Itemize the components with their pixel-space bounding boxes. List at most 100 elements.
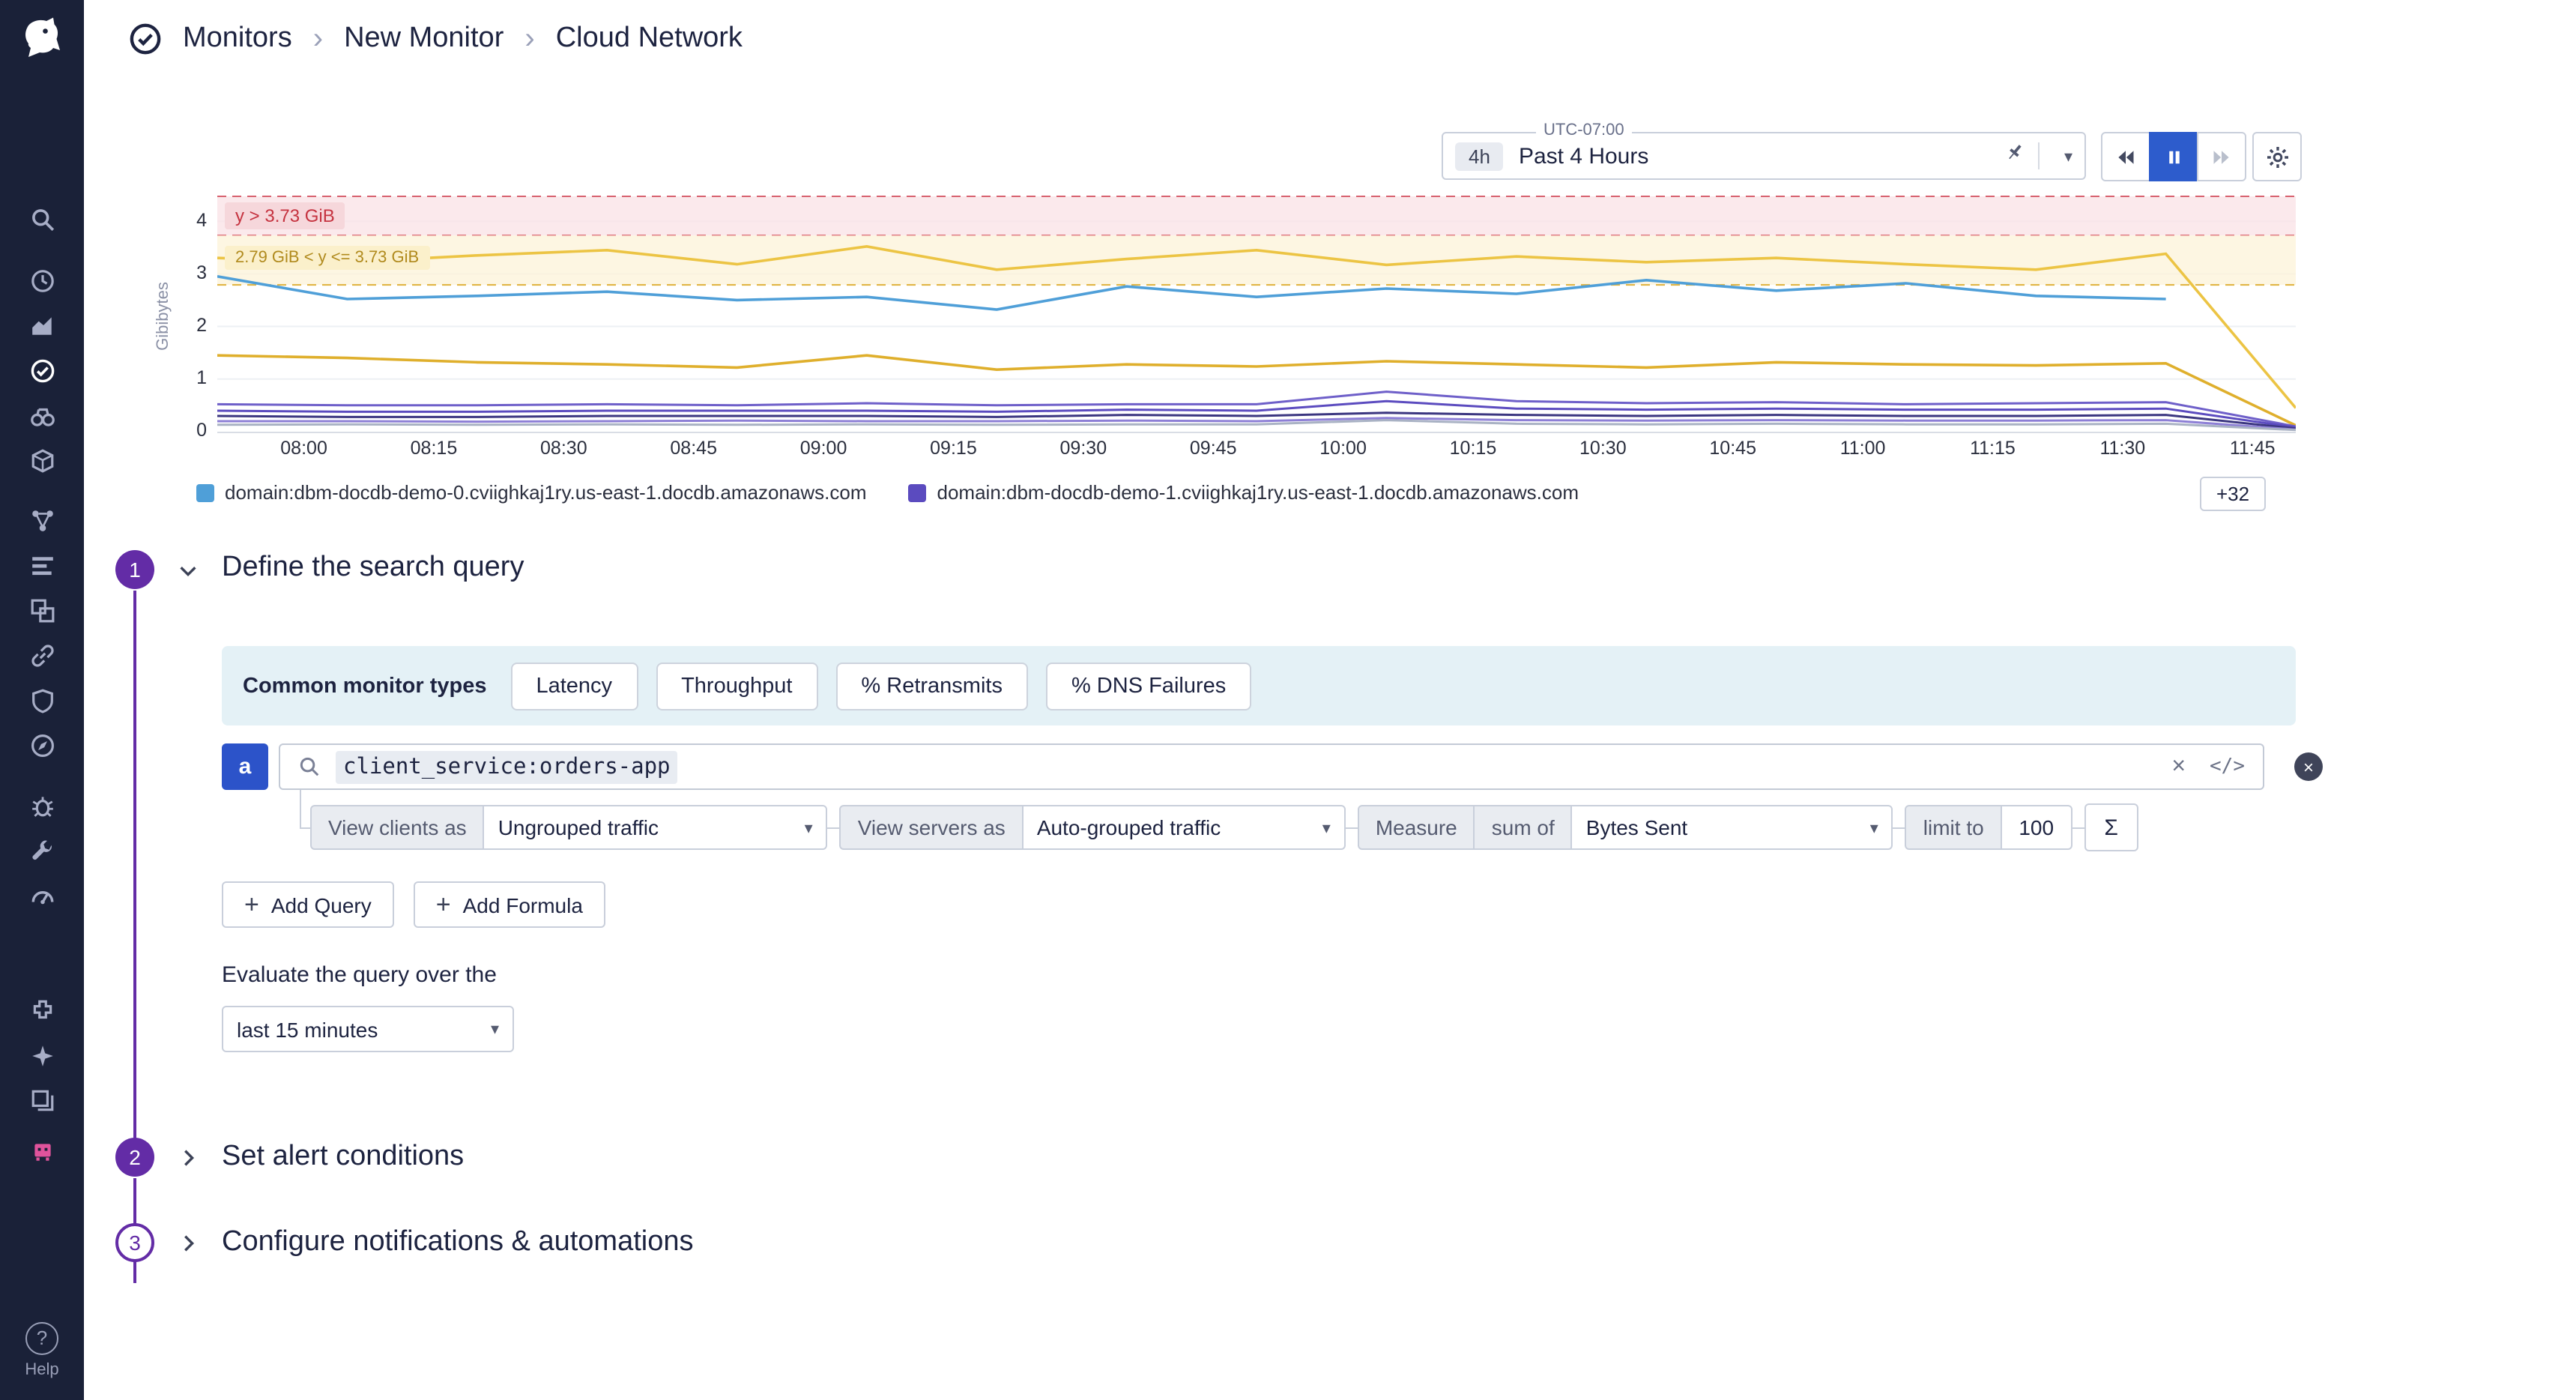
- sidebar-item-workspaces[interactable]: [0, 1079, 84, 1121]
- x-tick-label: 09:15: [930, 438, 977, 459]
- divider: [2039, 142, 2040, 169]
- connector: [828, 827, 840, 828]
- legend-item[interactable]: domain:dbm-docdb-demo-0.cviighkaj1ry.us-…: [196, 481, 867, 504]
- sidebar-item-history[interactable]: [0, 259, 84, 301]
- sidebar-item-integrations[interactable]: [0, 634, 84, 676]
- x-tick-label: 11:45: [2230, 438, 2276, 459]
- search-query-input[interactable]: client_service:orders-app × </>: [279, 743, 2264, 790]
- fast-forward-button[interactable]: [2197, 132, 2246, 181]
- legend-label: domain:dbm-docdb-demo-0.cviighkaj1ry.us-…: [225, 481, 867, 504]
- legend-more-badge[interactable]: +32: [2200, 477, 2266, 511]
- x-tick-label: 10:45: [1709, 438, 1756, 459]
- monitor-type-button-latency[interactable]: Latency: [510, 662, 638, 710]
- remove-query-button[interactable]: ×: [2294, 752, 2323, 781]
- step-2-title[interactable]: Set alert conditions: [222, 1141, 464, 1174]
- code-view-icon[interactable]: </>: [2210, 755, 2245, 778]
- y-tick-label: 0: [168, 420, 207, 441]
- timezone-label: UTC-07:00: [1536, 121, 1632, 139]
- add-query-button[interactable]: + Add Query: [222, 881, 394, 928]
- sidebar-item-search[interactable]: [0, 198, 84, 240]
- breadcrumb: Monitors › New Monitor › Cloud Network: [84, 0, 2576, 78]
- view-servers-label: View servers as: [840, 805, 1024, 850]
- chart-settings-button[interactable]: [2252, 132, 2302, 181]
- limit-label: limit to: [1905, 805, 2002, 850]
- monitor-type-button-dns-failures[interactable]: % DNS Failures: [1046, 662, 1251, 710]
- puzzle-icon: [29, 998, 55, 1023]
- sidebar-item-ai-assist[interactable]: [0, 1034, 84, 1076]
- pause-button[interactable]: [2149, 132, 2198, 181]
- sidebar-item-usage[interactable]: [0, 874, 84, 916]
- datadog-logo-icon[interactable]: [15, 12, 69, 66]
- sidebar-item-bits-ai[interactable]: [0, 1130, 84, 1172]
- connector: [1346, 827, 1358, 828]
- evaluate-window-select[interactable]: last 15 minutes ▾: [222, 1006, 514, 1052]
- sigma-button[interactable]: Σ: [2084, 803, 2138, 851]
- step-1-title[interactable]: Define the search query: [222, 552, 524, 585]
- time-range-picker[interactable]: UTC-07:00 4h Past 4 Hours ▾: [1442, 132, 2086, 180]
- threshold-zone-label: 2.79 GiB < y <= 3.73 GiB: [225, 246, 429, 270]
- add-formula-button[interactable]: + Add Formula: [414, 881, 605, 928]
- connector: [1893, 827, 1905, 828]
- x-tick-label: 11:15: [1970, 438, 2016, 459]
- sidebar-item-infrastructure[interactable]: [0, 394, 84, 436]
- sparkle-icon: [29, 1043, 55, 1068]
- view-clients-select[interactable]: Ungrouped traffic ▾: [483, 805, 828, 850]
- common-monitor-types-banner: Common monitor types LatencyThroughput% …: [222, 646, 2296, 725]
- sidebar-help[interactable]: ? Help: [0, 1322, 84, 1379]
- help-icon[interactable]: ?: [25, 1322, 58, 1355]
- sidebar-item-containers[interactable]: [0, 439, 84, 481]
- breadcrumb-new-monitor[interactable]: New Monitor: [344, 22, 504, 55]
- breadcrumb-monitors[interactable]: Monitors: [183, 22, 292, 55]
- sidebar-item-tools[interactable]: [0, 829, 84, 871]
- chevron-down-icon: ▾: [805, 818, 813, 837]
- measure-fn-label: sum of: [1474, 805, 1573, 850]
- sidebar-item-metrics[interactable]: [0, 304, 84, 346]
- chevron-down-icon: ▾: [491, 1019, 499, 1039]
- search-icon: [298, 755, 321, 778]
- step-3-badge: 3: [115, 1223, 154, 1262]
- breadcrumb-cloud-network[interactable]: Cloud Network: [556, 22, 743, 55]
- query-letter-badge[interactable]: a: [222, 743, 268, 790]
- monitor-type-button-retransmits[interactable]: % Retransmits: [835, 662, 1028, 710]
- sidebar-item-pipelines[interactable]: [0, 544, 84, 586]
- time-range-chip[interactable]: 4h: [1455, 142, 1504, 170]
- chevron-down-icon[interactable]: [177, 559, 199, 589]
- sidebar-item-service-map[interactable]: [0, 499, 84, 541]
- chevron-right-icon[interactable]: [177, 1147, 199, 1177]
- datadog-new-monitor-page: ? Help Monitors › New Monitor › Cloud Ne…: [0, 0, 2576, 1400]
- view-servers-value: Auto-grouped traffic: [1037, 815, 1221, 839]
- query-token[interactable]: client_service:orders-app: [336, 750, 678, 783]
- sidebar-item-synthetics[interactable]: [0, 724, 84, 766]
- step-3-title[interactable]: Configure notifications & automations: [222, 1226, 693, 1259]
- binoculars-icon: [29, 402, 55, 428]
- pin-icon[interactable]: [2004, 141, 2027, 171]
- traffic-chart[interactable]: y > 3.73 GiB 2.79 GiB < y <= 3.73 GiB: [217, 195, 2296, 433]
- chevron-down-icon[interactable]: ▾: [2064, 146, 2072, 166]
- clear-query-icon[interactable]: ×: [2171, 753, 2186, 780]
- sidebar-item-error-tracking[interactable]: [0, 784, 84, 826]
- monitor-type-button-throughput[interactable]: Throughput: [656, 662, 817, 710]
- chevron-right-icon: ›: [524, 22, 534, 56]
- compass-icon: [29, 732, 55, 758]
- app-sidebar: ? Help: [0, 0, 84, 1400]
- legend-item[interactable]: domain:dbm-docdb-demo-1.cviighkaj1ry.us-…: [909, 481, 1579, 504]
- check-circle-icon: [29, 357, 55, 383]
- threshold-zone-label: y > 3.73 GiB: [225, 202, 345, 229]
- x-tick-label: 11:00: [1840, 438, 1886, 459]
- y-tick-label: 4: [168, 209, 207, 230]
- pipeline-icon: [29, 552, 55, 578]
- add-buttons-row: + Add Query + Add Formula: [222, 881, 605, 928]
- windows-icon: [29, 597, 55, 623]
- layers-icon: [29, 1087, 55, 1113]
- chevron-right-icon[interactable]: [177, 1232, 199, 1262]
- limit-input[interactable]: 100: [2001, 805, 2072, 850]
- query-settings-row: View clients as Ungrouped traffic ▾ View…: [310, 805, 2138, 850]
- rewind-button[interactable]: [2101, 132, 2150, 181]
- sidebar-item-dashboards[interactable]: [0, 589, 84, 631]
- sidebar-item-plugins[interactable]: [0, 989, 84, 1031]
- measure-select[interactable]: Bytes Sent ▾: [1571, 805, 1893, 850]
- sidebar-item-monitors[interactable]: [0, 349, 84, 391]
- view-servers-select[interactable]: Auto-grouped traffic ▾: [1022, 805, 1346, 850]
- x-tick-label: 08:00: [280, 438, 327, 459]
- sidebar-item-security[interactable]: [0, 679, 84, 721]
